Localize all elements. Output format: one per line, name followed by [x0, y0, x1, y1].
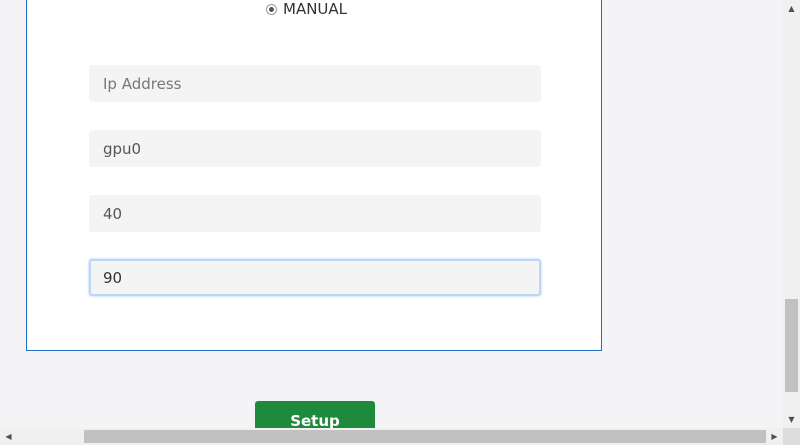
network-config-panel: MANUAL	[26, 0, 602, 351]
page-viewport: MANUAL Setup	[0, 0, 783, 428]
scrollbar-corner	[783, 428, 800, 445]
scroll-left-arrow-icon[interactable]: ◀	[0, 428, 17, 445]
horizontal-scroll-thumb[interactable]	[84, 430, 766, 443]
radio-selected-icon[interactable]	[266, 3, 277, 15]
number-input-1[interactable]	[89, 195, 541, 232]
scroll-right-arrow-icon[interactable]: ▶	[766, 428, 783, 445]
number-input-2[interactable]	[89, 259, 541, 296]
interface-input[interactable]	[89, 130, 541, 167]
vertical-scroll-thumb[interactable]	[785, 299, 798, 392]
manual-radio-option[interactable]: MANUAL	[266, 0, 347, 19]
scroll-down-arrow-icon[interactable]: ▼	[783, 411, 800, 428]
ip-address-input[interactable]	[89, 65, 541, 102]
horizontal-scrollbar[interactable]: ◀ ▶	[0, 428, 783, 445]
setup-button[interactable]: Setup	[255, 401, 375, 428]
scroll-up-arrow-icon[interactable]: ▲	[783, 0, 800, 17]
vertical-scrollbar[interactable]: ▲ ▼	[783, 0, 800, 428]
manual-radio-label: MANUAL	[283, 0, 348, 18]
